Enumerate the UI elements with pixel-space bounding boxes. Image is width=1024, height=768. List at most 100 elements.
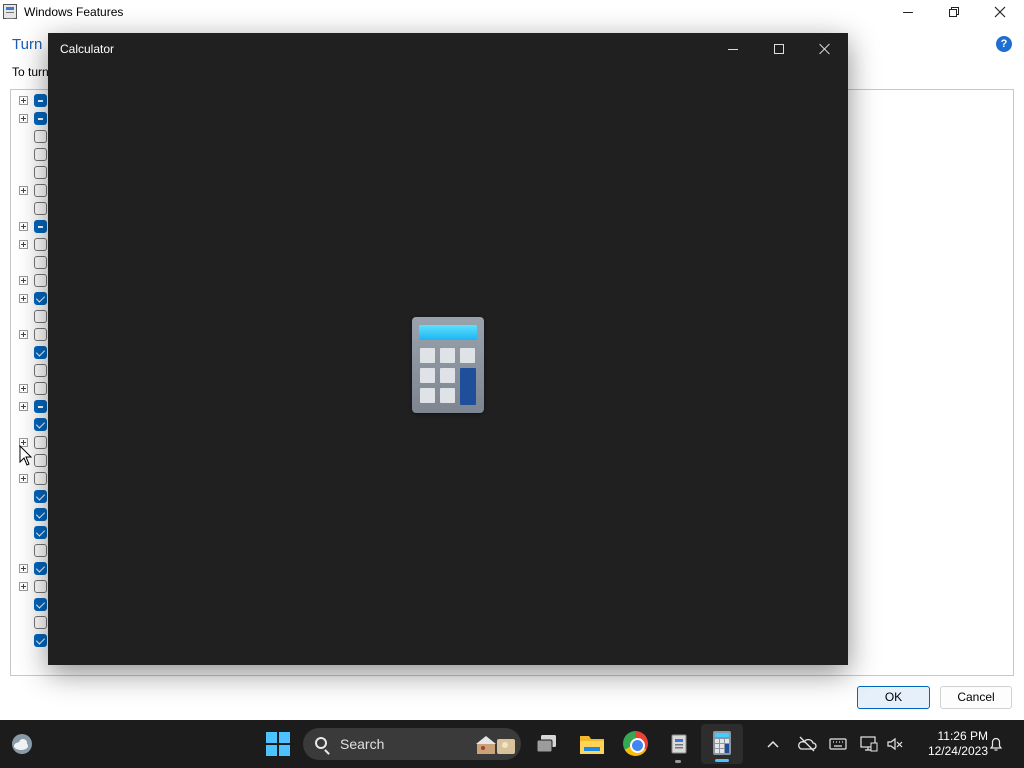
clock-date: 12/24/2023: [927, 744, 988, 758]
feature-row[interactable]: [11, 487, 51, 505]
feature-row[interactable]: [11, 469, 51, 487]
feature-checkbox[interactable]: [34, 418, 47, 431]
keyboard-icon[interactable]: [829, 734, 847, 754]
feature-row[interactable]: [11, 91, 51, 109]
expand-plus-icon[interactable]: [19, 582, 28, 591]
feature-checkbox[interactable]: [34, 238, 47, 251]
feature-checkbox[interactable]: [34, 220, 47, 233]
feature-row[interactable]: [11, 361, 51, 379]
feature-row[interactable]: [11, 397, 51, 415]
feature-row[interactable]: [11, 145, 51, 163]
feature-checkbox[interactable]: [34, 346, 47, 359]
wf-minimize-button[interactable]: [885, 0, 931, 24]
feature-row[interactable]: [11, 505, 51, 523]
chrome-icon[interactable]: [623, 731, 648, 756]
feature-row[interactable]: [11, 217, 51, 235]
feature-row[interactable]: [11, 235, 51, 253]
expand-plus-icon[interactable]: [19, 276, 28, 285]
feature-row[interactable]: [11, 325, 51, 343]
feature-checkbox[interactable]: [34, 310, 47, 323]
notification-bell-icon[interactable]: [988, 734, 1004, 754]
feature-row[interactable]: [11, 415, 51, 433]
feature-checkbox[interactable]: [34, 472, 47, 485]
calc-close-button[interactable]: [802, 33, 848, 65]
feature-checkbox[interactable]: [34, 328, 47, 341]
feature-checkbox[interactable]: [34, 382, 47, 395]
calc-maximize-button[interactable]: [756, 33, 802, 65]
expand-plus-icon[interactable]: [19, 384, 28, 393]
volume-muted-icon[interactable]: [886, 734, 904, 754]
ok-button[interactable]: OK: [857, 686, 930, 709]
weather-widget-icon[interactable]: [11, 733, 33, 755]
windows-features-taskbar-icon[interactable]: [668, 732, 690, 763]
feature-row[interactable]: [11, 289, 51, 307]
feature-row[interactable]: [11, 253, 51, 271]
cancel-button[interactable]: Cancel: [940, 686, 1012, 709]
feature-row[interactable]: [11, 163, 51, 181]
start-button[interactable]: [266, 732, 290, 756]
feature-checkbox[interactable]: [34, 292, 47, 305]
feature-checkbox[interactable]: [34, 544, 47, 557]
feature-checkbox[interactable]: [34, 112, 47, 125]
expand-plus-icon[interactable]: [19, 222, 28, 231]
feature-row[interactable]: [11, 631, 51, 649]
file-explorer-icon[interactable]: [579, 732, 605, 756]
feature-row[interactable]: [11, 523, 51, 541]
expand-plus-icon[interactable]: [19, 240, 28, 249]
expand-plus-icon[interactable]: [19, 402, 28, 411]
feature-row[interactable]: [11, 181, 51, 199]
feature-checkbox[interactable]: [34, 364, 47, 377]
feature-row[interactable]: [11, 271, 51, 289]
feature-checkbox[interactable]: [34, 454, 47, 467]
calculator-window[interactable]: Calculator: [48, 33, 848, 665]
show-hidden-icons-chevron-up-icon[interactable]: [766, 734, 780, 754]
feature-checkbox[interactable]: [34, 256, 47, 269]
feature-row[interactable]: [11, 199, 51, 217]
expand-plus-icon[interactable]: [19, 96, 28, 105]
feature-checkbox[interactable]: [34, 130, 47, 143]
wf-close-button[interactable]: [977, 0, 1023, 24]
feature-row[interactable]: [11, 559, 51, 577]
feature-checkbox[interactable]: [34, 274, 47, 287]
system-clock[interactable]: 11:26 PM 12/24/2023: [912, 729, 988, 759]
feature-checkbox[interactable]: [34, 148, 47, 161]
feature-row[interactable]: [11, 127, 51, 145]
network-icon[interactable]: [860, 734, 878, 754]
feature-row[interactable]: [11, 307, 51, 325]
feature-checkbox[interactable]: [34, 616, 47, 629]
feature-checkbox[interactable]: [34, 634, 47, 647]
feature-checkbox[interactable]: [34, 580, 47, 593]
expand-plus-icon[interactable]: [19, 474, 28, 483]
feature-row[interactable]: [11, 595, 51, 613]
feature-checkbox[interactable]: [34, 508, 47, 521]
help-icon[interactable]: ?: [996, 36, 1012, 52]
feature-checkbox[interactable]: [34, 400, 47, 413]
feature-checkbox[interactable]: [34, 526, 47, 539]
feature-checkbox[interactable]: [34, 562, 47, 575]
windows-features-titlebar[interactable]: Windows Features: [0, 0, 1024, 24]
expand-plus-icon[interactable]: [19, 564, 28, 573]
feature-checkbox[interactable]: [34, 202, 47, 215]
feature-row[interactable]: [11, 379, 51, 397]
feature-checkbox[interactable]: [34, 436, 47, 449]
taskbar-search-box[interactable]: Search: [303, 728, 521, 760]
feature-row[interactable]: [11, 613, 51, 631]
feature-row[interactable]: [11, 541, 51, 559]
task-view-icon[interactable]: [535, 732, 559, 756]
expand-plus-icon[interactable]: [19, 294, 28, 303]
feature-row[interactable]: [11, 343, 51, 361]
wf-restore-button[interactable]: [931, 0, 977, 24]
calculator-taskbar-icon[interactable]: [701, 724, 743, 764]
feature-checkbox[interactable]: [34, 598, 47, 611]
expand-plus-icon[interactable]: [19, 330, 28, 339]
feature-checkbox[interactable]: [34, 184, 47, 197]
feature-row[interactable]: [11, 109, 51, 127]
feature-checkbox[interactable]: [34, 94, 47, 107]
expand-plus-icon[interactable]: [19, 186, 28, 195]
feature-row[interactable]: [11, 577, 51, 595]
expand-plus-icon[interactable]: [19, 114, 28, 123]
onedrive-offline-icon[interactable]: [797, 734, 817, 754]
feature-checkbox[interactable]: [34, 490, 47, 503]
feature-checkbox[interactable]: [34, 166, 47, 179]
calc-minimize-button[interactable]: [710, 33, 756, 65]
